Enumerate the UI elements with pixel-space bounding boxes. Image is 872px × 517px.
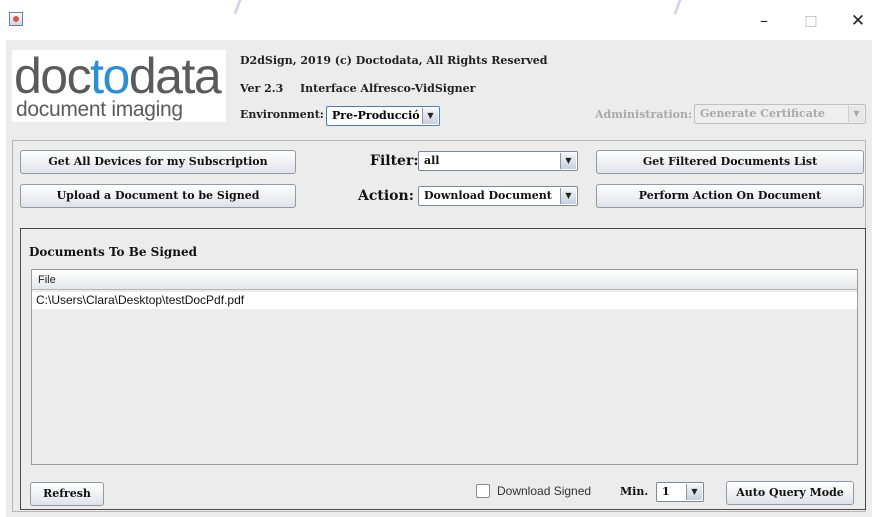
title-bar: – □ ✕: [0, 0, 872, 40]
chevron-down-icon[interactable]: ▼: [686, 484, 702, 500]
file-path-cell: C:\Users\Clara\Desktop\testDocPdf.pdf: [36, 293, 245, 307]
download-signed-label[interactable]: Download Signed: [497, 484, 591, 498]
table-header[interactable]: File: [32, 270, 857, 290]
main-content: doctodata document imaging D2dSign, 2019…: [6, 40, 872, 517]
get-filtered-documents-button[interactable]: Get Filtered Documents List: [596, 150, 864, 174]
documents-panel: Documents To Be Signed File C:\Users\Cla…: [20, 228, 866, 510]
interface-text: Interface Alfresco-VidSigner: [300, 82, 476, 95]
java-cup-icon: [9, 12, 23, 26]
chevron-down-icon[interactable]: ▼: [422, 108, 438, 124]
column-header-file[interactable]: File: [38, 274, 56, 286]
maximize-button[interactable]: □: [793, 8, 829, 34]
administration-label: Administration:: [595, 108, 693, 121]
environment-value: Pre-Producció: [332, 109, 420, 122]
min-value: 1: [662, 485, 670, 498]
action-select[interactable]: Download Document ▼: [418, 186, 578, 206]
min-label: Min.: [620, 485, 649, 498]
action-value: Download Document: [424, 189, 552, 202]
filter-label: Filter:: [370, 153, 419, 169]
auto-query-mode-button[interactable]: Auto Query Mode: [726, 481, 854, 505]
chevron-down-icon[interactable]: ▼: [560, 188, 576, 204]
environment-label: Environment:: [240, 108, 324, 121]
download-signed-checkbox[interactable]: [476, 484, 490, 498]
upload-document-button[interactable]: Upload a Document to be Signed: [20, 184, 296, 208]
get-all-devices-button[interactable]: Get All Devices for my Subscription: [20, 150, 296, 174]
logo-subtitle: document imaging: [16, 98, 183, 121]
copyright-text: D2dSign, 2019 (c) Doctodata, All Rights …: [240, 54, 548, 67]
perform-action-button[interactable]: Perform Action On Document: [596, 184, 864, 208]
version-text: Ver 2.3: [240, 82, 284, 95]
background-decoration: [673, 0, 682, 14]
environment-select[interactable]: Pre-Producció ▼: [326, 106, 440, 126]
action-label: Action:: [358, 188, 414, 204]
filter-select[interactable]: all ▼: [418, 151, 578, 171]
chevron-down-icon[interactable]: ▼: [560, 153, 576, 169]
background-decoration: [233, 0, 242, 14]
doctodata-logo: doctodata document imaging: [12, 48, 226, 122]
close-button[interactable]: ✕: [840, 8, 872, 34]
logo-wordmark: doctodata: [14, 48, 222, 104]
table-row[interactable]: C:\Users\Clara\Desktop\testDocPdf.pdf: [32, 292, 857, 309]
refresh-button[interactable]: Refresh: [30, 482, 104, 506]
min-select[interactable]: 1 ▼: [656, 482, 704, 502]
documents-title: Documents To Be Signed: [29, 245, 198, 259]
documents-table[interactable]: File C:\Users\Clara\Desktop\testDocPdf.p…: [31, 269, 858, 465]
minimize-button[interactable]: –: [746, 8, 782, 34]
administration-select: Generate Certificate ▼: [694, 104, 866, 124]
filter-value: all: [424, 154, 440, 167]
administration-value: Generate Certificate: [700, 107, 825, 120]
chevron-down-icon: ▼: [848, 106, 864, 122]
